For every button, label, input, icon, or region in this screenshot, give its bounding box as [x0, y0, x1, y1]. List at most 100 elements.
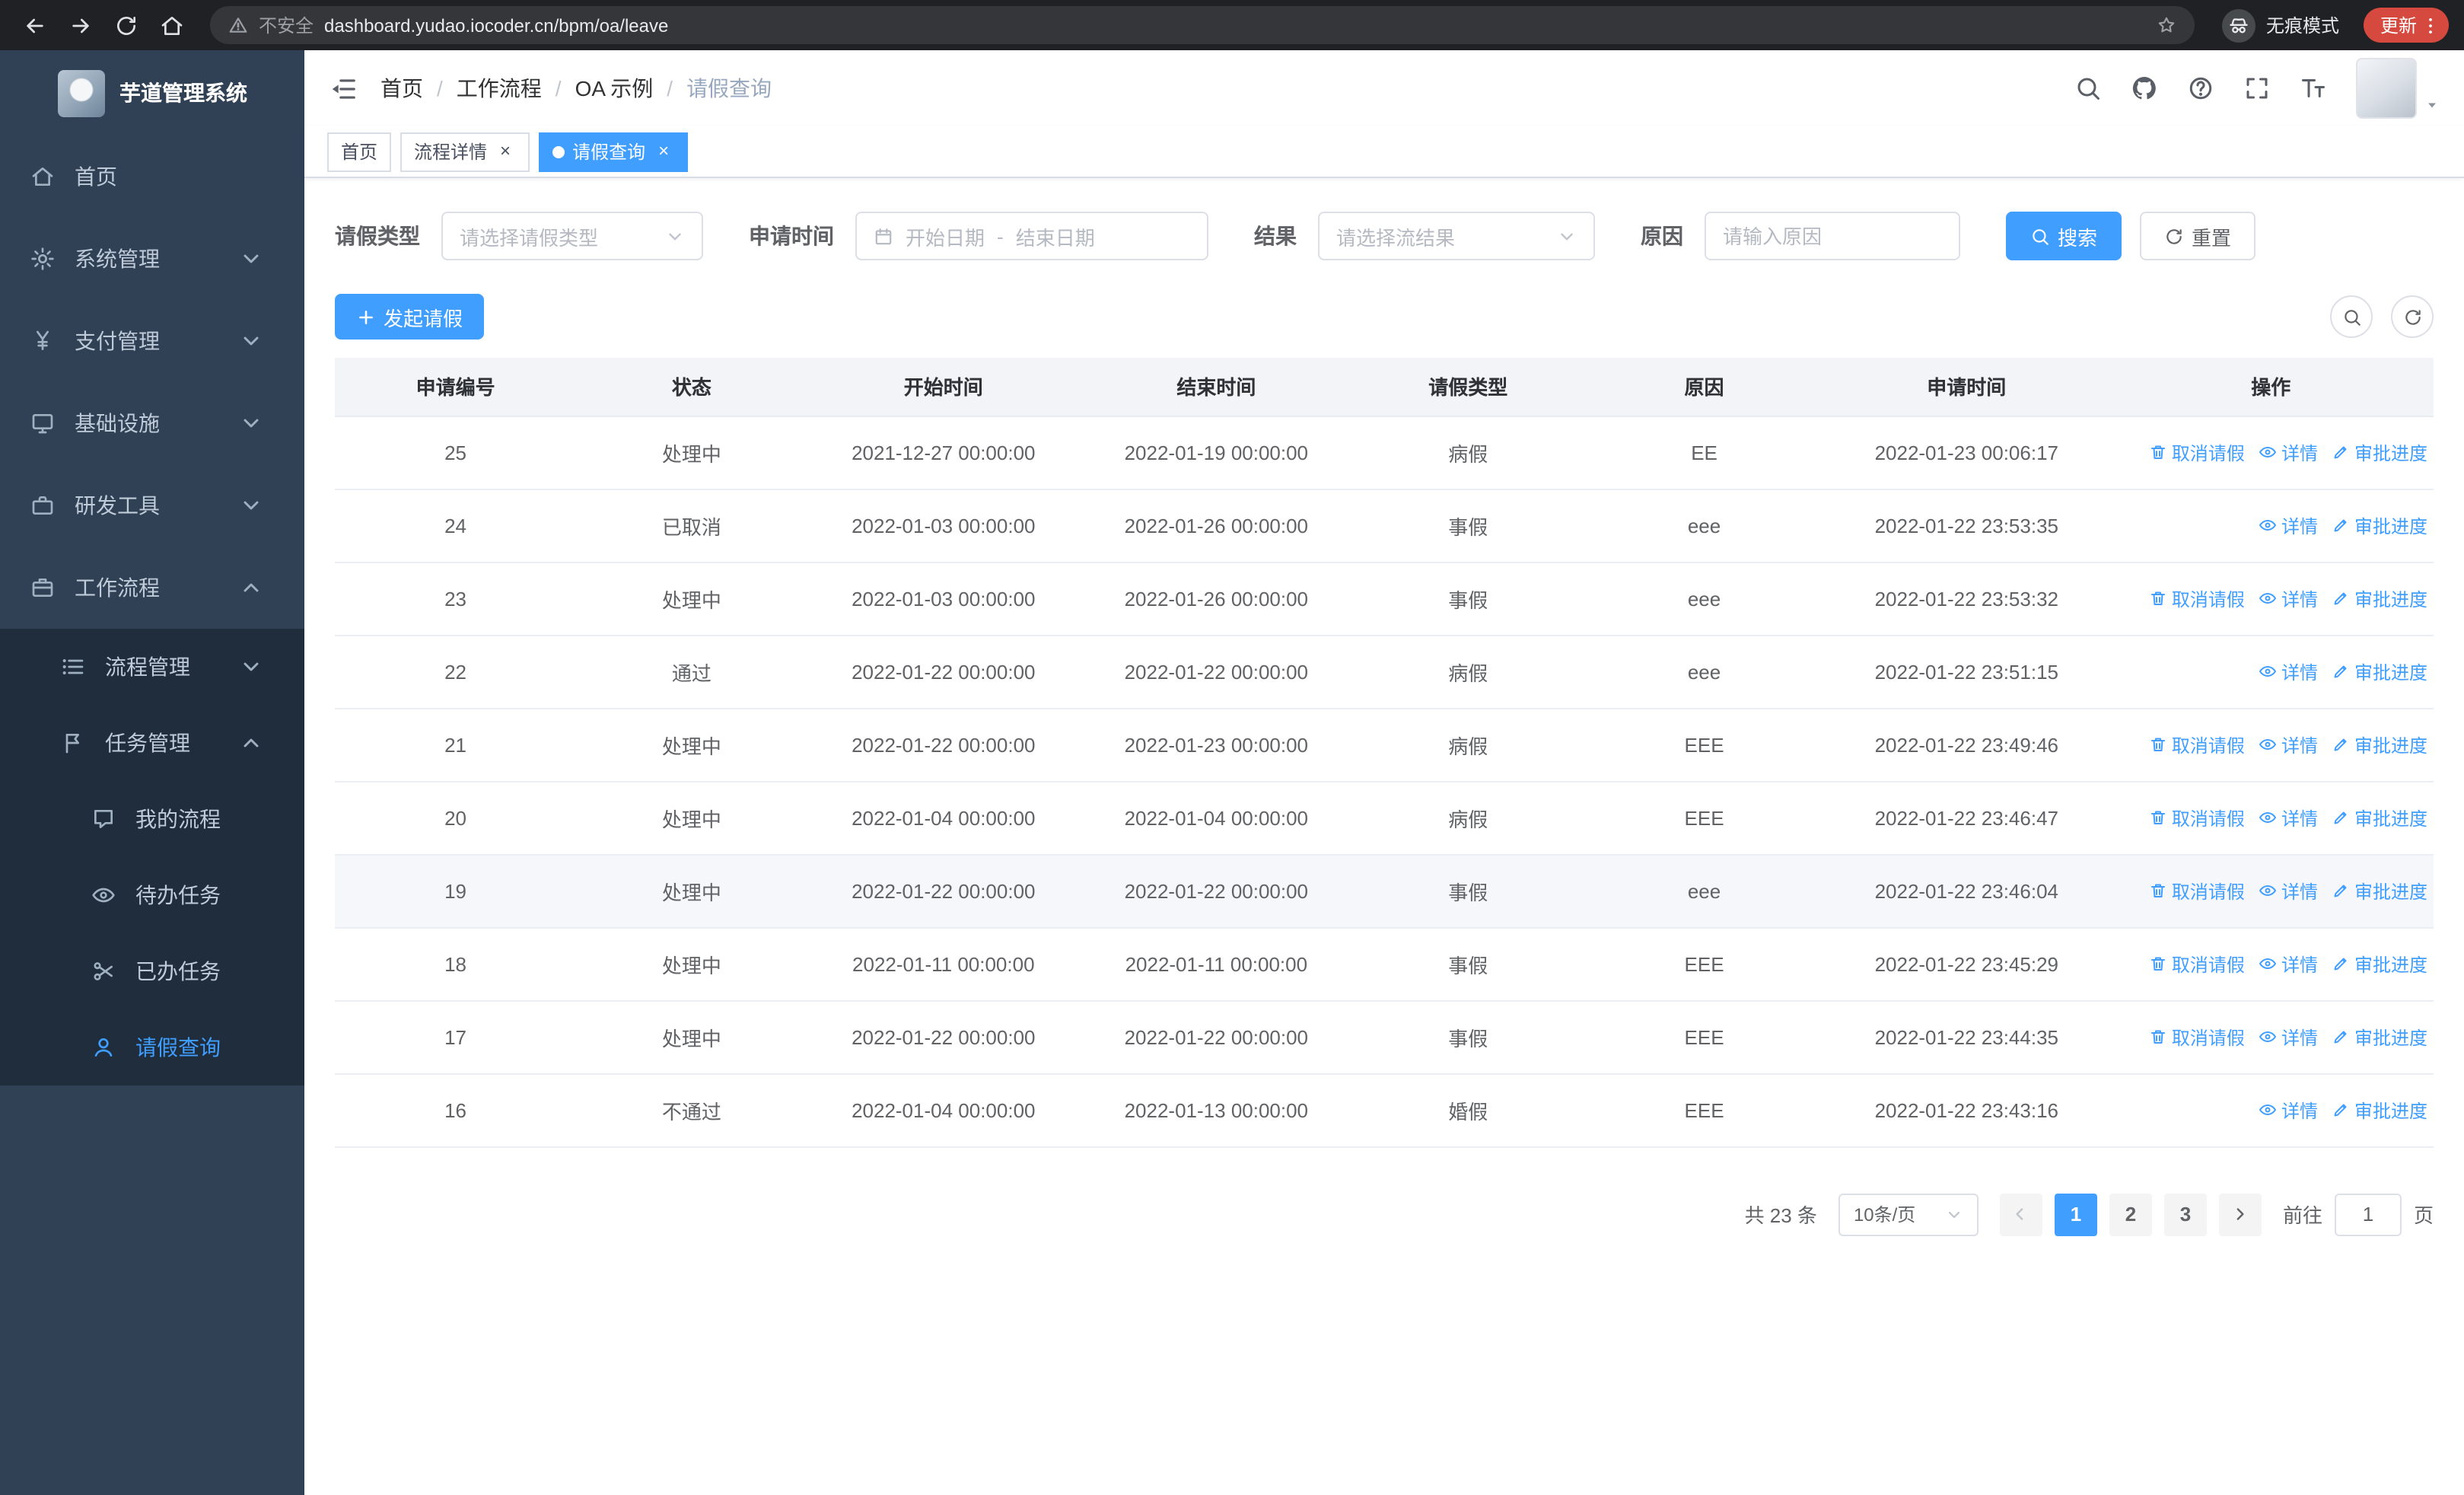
cancel-leave-link[interactable]: 取消请假 [2149, 878, 2245, 904]
search-button[interactable]: 搜索 [2006, 212, 2122, 260]
page-button-3[interactable]: 3 [2163, 1193, 2207, 1235]
detail-link[interactable]: 详情 [2259, 658, 2318, 684]
cell-type: 病假 [1352, 635, 1584, 709]
sidebar-item-devtools[interactable]: 研发工具 [0, 464, 304, 547]
sidebar-item-leave-query[interactable]: 请假查询 [0, 1009, 304, 1085]
update-label: 更新 [2380, 15, 2417, 37]
cell-id: 25 [335, 416, 577, 489]
fullscreen-icon[interactable] [2243, 75, 2271, 102]
sidebar-item-task-mgmt[interactable]: 任务管理 [0, 705, 304, 781]
next-page-button[interactable] [2218, 1193, 2262, 1235]
calendar-icon [874, 226, 893, 246]
progress-link[interactable]: 审批进度 [2332, 585, 2427, 611]
cancel-leave-link[interactable]: 取消请假 [2149, 805, 2245, 830]
eye-icon [2259, 955, 2277, 973]
detail-link[interactable]: 详情 [2259, 732, 2318, 757]
detail-link[interactable]: 详情 [2259, 1097, 2318, 1123]
cancel-leave-link[interactable]: 取消请假 [2149, 732, 2245, 757]
table-row: 18 处理中 2022-01-11 00:00:00 2022-01-11 00:00… [335, 927, 2434, 1001]
refresh-table-button[interactable] [2391, 295, 2434, 338]
sidebar-item-infra[interactable]: 基础设施 [0, 382, 304, 464]
progress-link[interactable]: 审批进度 [2332, 658, 2427, 684]
breadcrumb-item[interactable]: OA 示例 [575, 73, 654, 104]
sidebar-item-process-mgmt[interactable]: 流程管理 [0, 629, 304, 705]
sidebar-item-my-process[interactable]: 我的流程 [0, 781, 304, 857]
cancel-leave-link[interactable]: 取消请假 [2149, 951, 2245, 977]
goto-page-input[interactable] [2334, 1193, 2402, 1235]
cancel-leave-link[interactable]: 取消请假 [2149, 585, 2245, 611]
cell-start: 2022-01-22 00:00:00 [807, 635, 1081, 709]
bookmark-star-icon[interactable] [2157, 15, 2176, 35]
tab-process-detail[interactable]: 流程详情 × [400, 132, 530, 171]
sidebar-item-todo-tasks[interactable]: 待办任务 [0, 857, 304, 933]
sidebar-item-workflow[interactable]: 工作流程 [0, 547, 304, 629]
sidebar-item-home[interactable]: 首页 [0, 135, 304, 218]
back-button[interactable] [15, 5, 55, 45]
browser-menu-dots-icon[interactable] [2420, 14, 2441, 36]
detail-link[interactable]: 详情 [2259, 951, 2318, 977]
reset-button[interactable]: 重置 [2140, 212, 2256, 260]
breadcrumb: 首页 / 工作流程 / OA 示例 / 请假查询 [380, 73, 785, 104]
tab-leave-query[interactable]: 请假查询 × [539, 132, 689, 171]
detail-link[interactable]: 详情 [2259, 439, 2318, 465]
progress-link[interactable]: 审批进度 [2332, 951, 2427, 977]
progress-link[interactable]: 审批进度 [2332, 1097, 2427, 1123]
prev-page-button[interactable] [1999, 1193, 2042, 1235]
result-select[interactable]: 请选择流结果 [1318, 212, 1595, 260]
sidebar-item-label: 请假查询 [135, 1035, 221, 1060]
create-leave-button[interactable]: 发起请假 [335, 294, 485, 339]
eye-icon [2259, 735, 2277, 754]
tab-home[interactable]: 首页 [327, 132, 392, 171]
forward-button[interactable] [61, 5, 100, 45]
page-size-select[interactable]: 10条/页 [1838, 1193, 1979, 1235]
github-icon[interactable] [2131, 75, 2158, 102]
avatar[interactable] [2356, 58, 2417, 119]
progress-link[interactable]: 审批进度 [2332, 878, 2427, 904]
progress-link[interactable]: 审批进度 [2332, 732, 2427, 757]
close-icon[interactable]: × [653, 140, 674, 162]
page-button-1[interactable]: 1 [2054, 1193, 2097, 1235]
range-separator: - [997, 225, 1004, 247]
pen-icon [2332, 516, 2350, 534]
cell-applied: 2022-01-22 23:53:32 [1825, 562, 2109, 636]
column-header: 开始时间 [807, 358, 1081, 416]
sidebar-item-done-tasks[interactable]: 已办任务 [0, 933, 304, 1009]
close-icon[interactable]: × [495, 140, 516, 162]
end-date-placeholder: 结束日期 [1015, 226, 1095, 249]
sidebar-fold-icon[interactable] [329, 74, 358, 103]
reload-button[interactable] [107, 5, 146, 45]
process-icon [61, 655, 85, 679]
avatar-menu[interactable] [2424, 97, 2440, 119]
detail-link[interactable]: 详情 [2259, 1024, 2318, 1050]
progress-link[interactable]: 审批进度 [2332, 1024, 2427, 1050]
table-row: 19 处理中 2022-01-22 00:00:00 2022-01-22 00:00… [335, 854, 2434, 928]
breadcrumb-item[interactable]: 工作流程 [457, 73, 542, 104]
sidebar-item-payment[interactable]: 支付管理 [0, 300, 304, 382]
progress-link[interactable]: 审批进度 [2332, 439, 2427, 465]
reason-input[interactable] [1705, 212, 1960, 260]
address-bar[interactable]: 不安全 dashboard.yudao.iocoder.cn/bpm/oa/le… [210, 6, 2195, 44]
home-button[interactable] [152, 5, 192, 45]
detail-link[interactable]: 详情 [2259, 585, 2318, 611]
detail-link[interactable]: 详情 [2259, 512, 2318, 538]
fontsize-icon[interactable] [2300, 75, 2327, 102]
breadcrumb-item[interactable]: 首页 [380, 73, 423, 104]
sidebar-item-system[interactable]: 系统管理 [0, 218, 304, 300]
cancel-leave-link[interactable]: 取消请假 [2149, 439, 2245, 465]
leave-type-select[interactable]: 请选择请假类型 [441, 212, 703, 260]
search-icon[interactable] [2074, 75, 2102, 102]
update-button[interactable]: 更新 [2363, 8, 2449, 43]
page-button-2[interactable]: 2 [2109, 1193, 2152, 1235]
progress-link-label: 审批进度 [2354, 954, 2427, 975]
cell-end: 2022-01-19 00:00:00 [1080, 416, 1353, 489]
help-icon[interactable] [2187, 75, 2214, 102]
toggle-search-button[interactable] [2330, 295, 2373, 338]
page-size-value: 10条/页 [1853, 1204, 1916, 1226]
progress-link[interactable]: 审批进度 [2332, 512, 2427, 538]
chevron-down-icon [239, 411, 263, 435]
progress-link[interactable]: 审批进度 [2332, 805, 2427, 830]
detail-link[interactable]: 详情 [2259, 805, 2318, 830]
cancel-leave-link[interactable]: 取消请假 [2149, 1024, 2245, 1050]
detail-link[interactable]: 详情 [2259, 878, 2318, 904]
apply-time-range-picker[interactable]: 开始日期 - 结束日期 [855, 212, 1208, 260]
